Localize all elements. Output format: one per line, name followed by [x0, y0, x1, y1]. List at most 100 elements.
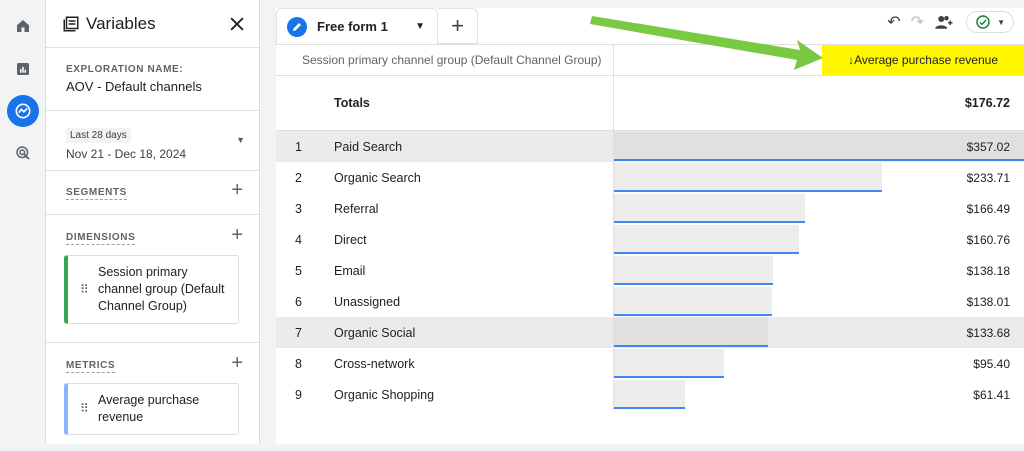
variables-panel: Variables EXPLORATION NAME: AOV - Defaul… [46, 0, 260, 444]
row-value: $233.71 [966, 170, 1010, 185]
row-channel-name: Cross-network [302, 348, 614, 379]
table-row[interactable]: 4 Direct $160.76 [276, 224, 1024, 255]
add-segment-icon[interactable]: + [231, 180, 243, 200]
value-bar [614, 287, 772, 316]
tab-bar: Free form 1 ▼ + [276, 8, 478, 44]
undo-icon[interactable]: ↶ [887, 12, 900, 32]
exploration-name-value[interactable]: AOV - Default channels [66, 79, 239, 94]
metrics-section: METRICS + ⠿ Average purchase revenue [46, 343, 259, 451]
row-index: 9 [295, 387, 302, 402]
row-index: 2 [295, 170, 302, 185]
value-bar [614, 132, 1024, 161]
date-preset-chip: Last 28 days [66, 128, 131, 143]
value-bar [614, 256, 773, 285]
segments-section: SEGMENTS + [46, 171, 259, 215]
row-value: $160.76 [966, 232, 1010, 247]
row-index: 3 [295, 201, 302, 216]
row-index: 7 [295, 325, 302, 340]
dimension-chip-label: Session primary channel group (Default C… [98, 265, 225, 313]
add-dimension-icon[interactable]: + [231, 225, 243, 245]
table-row[interactable]: 1 Paid Search $357.02 [276, 131, 1024, 162]
table-row[interactable]: 6 Unassigned $138.01 [276, 286, 1024, 317]
dimensions-section: DIMENSIONS + ⠿ Session primary channel g… [46, 215, 259, 343]
caret-down-icon[interactable]: ▼ [236, 135, 245, 145]
table-row[interactable]: 5 Email $138.18 [276, 255, 1024, 286]
value-bar [614, 225, 799, 254]
row-channel-name: Unassigned [302, 286, 614, 317]
row-value: $95.40 [973, 356, 1010, 371]
metric-cell: $166.49 [614, 193, 1024, 224]
row-value: $166.49 [966, 201, 1010, 216]
metric-column-header[interactable]: ↓Average purchase revenue [822, 45, 1024, 75]
metric-cell: $133.68 [614, 317, 1024, 348]
row-channel-name: Organic Search [302, 162, 614, 193]
metric-cell: $138.18 [614, 255, 1024, 286]
value-bar [614, 194, 805, 223]
table-row[interactable]: 8 Cross-network $95.40 [276, 348, 1024, 379]
row-channel-name: Email [302, 255, 614, 286]
row-channel-name: Organic Social [302, 317, 614, 348]
share-users-icon[interactable] [934, 13, 956, 31]
metric-chip-label: Average purchase revenue [98, 393, 200, 424]
metric-cell: $95.40 [614, 348, 1024, 379]
close-icon[interactable] [227, 14, 247, 34]
totals-label: Totals [276, 76, 614, 130]
metric-cell: $61.41 [614, 379, 1024, 410]
tab-label: Free form 1 [317, 19, 388, 34]
metric-cell: $160.76 [614, 224, 1024, 255]
table-row[interactable]: 3 Referral $166.49 [276, 193, 1024, 224]
row-index: 1 [295, 139, 302, 154]
metric-chip[interactable]: ⠿ Average purchase revenue [64, 383, 239, 435]
exploration-name-label: EXPLORATION NAME: [66, 64, 184, 75]
home-icon[interactable] [7, 10, 39, 42]
row-index: 8 [295, 356, 302, 371]
variables-title: Variables [86, 13, 156, 33]
metric-cell: $357.02 [614, 131, 1024, 162]
row-channel-name: Referral [302, 193, 614, 224]
date-range-section[interactable]: Last 28 days Nov 21 - Dec 18, 2024 ▼ [46, 111, 259, 171]
row-value: $133.68 [966, 325, 1010, 340]
row-index: 6 [295, 294, 302, 309]
value-bar [614, 318, 768, 347]
table-row[interactable]: 7 Organic Social $133.68 [276, 317, 1024, 348]
table-header: Session primary channel group (Default C… [276, 44, 1024, 76]
dimension-column-header[interactable]: Session primary channel group (Default C… [276, 45, 614, 75]
row-channel-name: Organic Shopping [302, 379, 614, 410]
value-bar [614, 163, 882, 192]
dimension-chip[interactable]: ⠿ Session primary channel group (Default… [64, 255, 239, 324]
explore-icon[interactable] [7, 95, 39, 127]
totals-value: $176.72 [964, 96, 1010, 110]
metric-cell: $233.71 [614, 162, 1024, 193]
row-index: 4 [295, 232, 302, 247]
tab-free-form-1[interactable]: Free form 1 ▼ [276, 8, 438, 44]
row-index: 5 [295, 263, 302, 278]
totals-row: Totals $176.72 [276, 76, 1024, 131]
status-menu[interactable]: ▼ [966, 11, 1014, 33]
table-row[interactable]: 9 Organic Shopping $61.41 [276, 379, 1024, 410]
segments-label: SEGMENTS [66, 187, 127, 200]
caret-down-icon[interactable]: ▼ [415, 21, 425, 32]
value-bar [614, 349, 724, 378]
advertising-icon[interactable] [7, 137, 39, 169]
reports-icon[interactable] [7, 53, 39, 85]
free-form-table: Session primary channel group (Default C… [276, 44, 1024, 410]
exploration-name-section: EXPLORATION NAME: AOV - Default channels [46, 48, 259, 111]
dimensions-label: DIMENSIONS [66, 232, 136, 245]
caret-down-icon: ▼ [997, 17, 1005, 27]
drag-handle-icon[interactable]: ⠿ [80, 401, 89, 418]
row-value: $357.02 [966, 139, 1010, 154]
row-value: $138.01 [966, 294, 1010, 309]
add-metric-icon[interactable]: + [231, 353, 243, 373]
variables-icon [63, 16, 79, 31]
table-row[interactable]: 2 Organic Search $233.71 [276, 162, 1024, 193]
variables-header: Variables [46, 0, 259, 48]
check-circle-icon [976, 15, 990, 29]
add-tab-button[interactable]: + [438, 8, 478, 44]
metric-column-header-cell: ↓Average purchase revenue [614, 45, 1024, 75]
row-channel-name: Direct [302, 224, 614, 255]
row-value: $61.41 [973, 387, 1010, 402]
metric-cell: $138.01 [614, 286, 1024, 317]
drag-handle-icon[interactable]: ⠿ [80, 281, 89, 298]
toolbar: ↶ ↷ ▼ [887, 8, 1014, 36]
redo-icon[interactable]: ↷ [911, 12, 924, 32]
